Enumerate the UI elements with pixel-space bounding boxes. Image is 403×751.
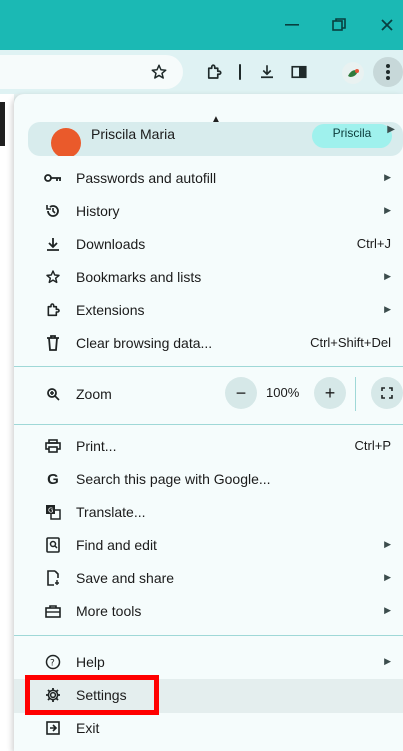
- zoom-label: Zoom: [76, 386, 112, 402]
- menu-item-label: Find and edit: [76, 537, 157, 553]
- download-icon[interactable]: [255, 60, 279, 84]
- profile-row[interactable]: Priscila Maria Priscila ▶: [28, 122, 403, 156]
- menu-item-label: Exit: [76, 720, 100, 736]
- exit-icon: [44, 719, 62, 737]
- menu-item-label: Help: [76, 654, 105, 670]
- menu-item-label: Translate...: [76, 504, 146, 520]
- chevron-right-icon: ▶: [384, 304, 391, 314]
- chrome-menu: ▲ Priscila Maria Priscila ▶ Passwords an…: [14, 94, 403, 751]
- toolbar-separator: [239, 64, 241, 80]
- chevron-right-icon: ▶: [384, 572, 391, 582]
- profile-name: Priscila Maria: [91, 126, 176, 142]
- fullscreen-icon[interactable]: [371, 377, 403, 409]
- zoom-out-button[interactable]: −: [225, 377, 257, 409]
- shortcut-label: Ctrl+J: [356, 236, 391, 251]
- zoom-value: 100%: [266, 385, 300, 400]
- profile-chip: Priscila: [312, 124, 392, 148]
- menu-item-label: Print...: [76, 438, 117, 454]
- title-bar: [0, 0, 403, 50]
- find-icon: [44, 536, 62, 554]
- menu-item-extensions[interactable]: Extensions ▶: [14, 294, 403, 327]
- menu-item-search-google[interactable]: G Search this page with Google...: [14, 463, 403, 496]
- puzzle-icon: [44, 301, 62, 319]
- svg-text:?: ?: [50, 659, 55, 669]
- share-icon: [44, 569, 62, 587]
- zoom-in-button[interactable]: +: [314, 377, 346, 409]
- menu-item-label: Downloads: [76, 236, 146, 252]
- menu-item-label: Clear browsing data...: [76, 335, 213, 351]
- menu-item-label: Bookmarks and lists: [76, 269, 202, 285]
- page-content: [0, 94, 14, 751]
- chevron-right-icon: ▶: [384, 605, 391, 615]
- menu-item-history[interactable]: History ▶: [14, 195, 403, 228]
- menu-item-label: Passwords and autofill: [76, 170, 217, 186]
- svg-text:G: G: [48, 507, 53, 515]
- menu-item-clear-data[interactable]: Clear browsing data... Ctrl+Shift+Del: [14, 327, 403, 360]
- side-panel-icon[interactable]: [287, 60, 311, 84]
- restore-icon[interactable]: [327, 13, 351, 37]
- settings-highlight-box: [25, 675, 159, 715]
- extensions-icon[interactable]: [202, 60, 226, 84]
- menu-item-label: Save and share: [76, 570, 175, 586]
- minimize-icon[interactable]: [280, 13, 304, 37]
- shortcut-label: Ctrl+P: [354, 438, 391, 453]
- menu-item-label: More tools: [76, 603, 142, 619]
- menu-item-save-share[interactable]: Save and share ▶: [14, 562, 403, 595]
- menu-item-label: Search this page with Google...: [76, 471, 271, 487]
- chevron-right-icon: ▶: [384, 656, 391, 666]
- trash-icon: [44, 334, 62, 352]
- menu-item-label: History: [76, 203, 120, 219]
- avatar: [51, 128, 81, 156]
- menu-item-translate[interactable]: G Translate...: [14, 496, 403, 529]
- menu-item-find-edit[interactable]: Find and edit ▶: [14, 529, 403, 562]
- star-icon[interactable]: [147, 60, 171, 84]
- chevron-right-icon: ▶: [384, 271, 391, 281]
- zoom-icon: [44, 385, 62, 403]
- menu-item-passwords[interactable]: Passwords and autofill ▶: [14, 162, 403, 195]
- shortcut-label: Ctrl+Shift+Del: [310, 335, 391, 350]
- browser-toolbar: [0, 50, 403, 94]
- menu-item-exit[interactable]: Exit: [14, 712, 403, 745]
- zoom-divider: [355, 377, 356, 411]
- download-icon: [44, 235, 62, 253]
- menu-item-print[interactable]: Print... Ctrl+P: [14, 430, 403, 463]
- profile-icon[interactable]: [342, 62, 364, 84]
- toolbox-icon: [44, 602, 62, 620]
- print-icon: [44, 437, 62, 455]
- help-icon: ?: [44, 653, 62, 671]
- chevron-right-icon: ▶: [384, 205, 391, 215]
- key-icon: [44, 169, 62, 187]
- chevron-right-icon: ▶: [387, 124, 395, 135]
- close-icon[interactable]: [375, 13, 399, 37]
- chevron-right-icon: ▶: [384, 539, 391, 549]
- menu-divider: [14, 635, 403, 636]
- star-icon: [44, 268, 62, 286]
- page-edge: [0, 102, 5, 146]
- menu-divider: [14, 424, 403, 425]
- menu-item-bookmarks[interactable]: Bookmarks and lists ▶: [14, 261, 403, 294]
- chevron-right-icon: ▶: [384, 172, 391, 182]
- menu-item-label: Extensions: [76, 302, 145, 318]
- menu-divider: [14, 366, 403, 367]
- kebab-menu-icon[interactable]: [373, 57, 403, 87]
- menu-item-more-tools[interactable]: More tools ▶: [14, 595, 403, 628]
- history-icon: [44, 202, 62, 220]
- translate-icon: G: [44, 503, 62, 521]
- menu-item-downloads[interactable]: Downloads Ctrl+J: [14, 228, 403, 261]
- google-icon: G: [47, 470, 59, 488]
